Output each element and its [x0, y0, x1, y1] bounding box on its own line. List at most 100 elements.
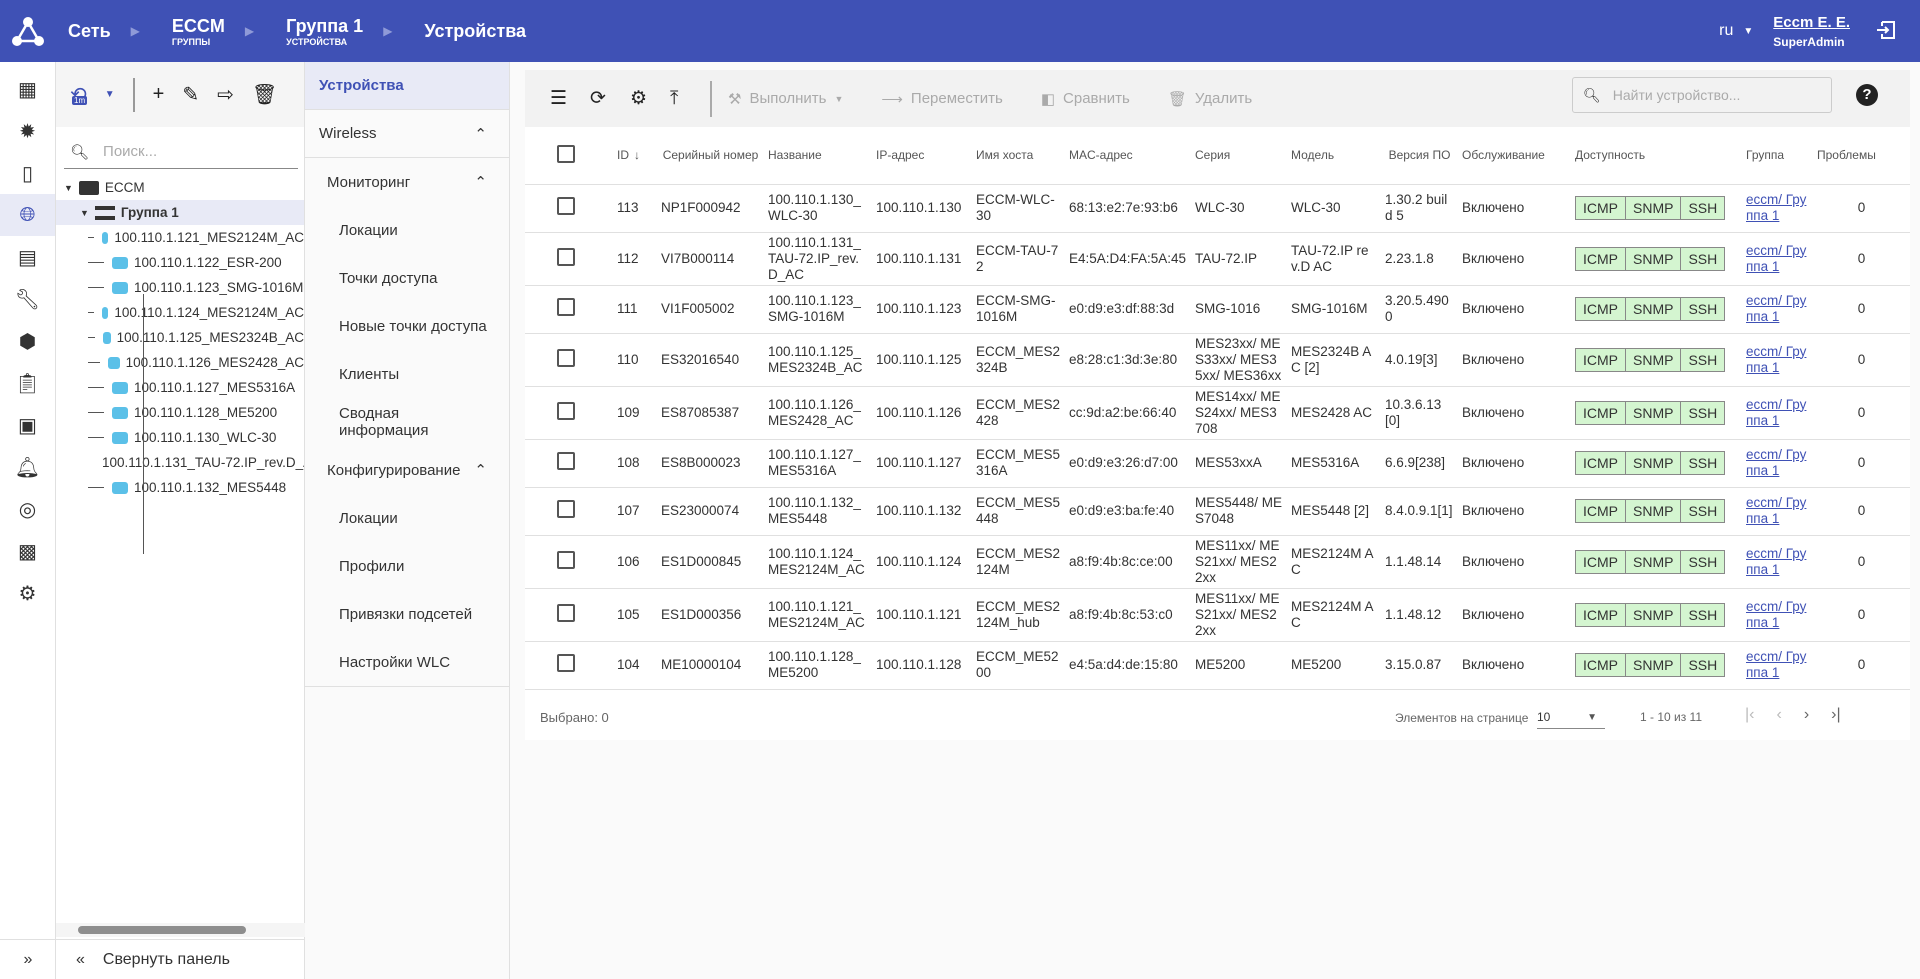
tree-node-device[interactable]: 100.110.1.130_WLC-30: [56, 425, 304, 450]
columns-settings-icon[interactable]: ☰: [550, 87, 590, 110]
group-link[interactable]: eccm/ Группа 1: [1746, 192, 1806, 223]
last-page-icon[interactable]: ›|: [1831, 706, 1840, 724]
bell-icon[interactable]: 🔔︎: [0, 446, 55, 488]
tree-node-device[interactable]: 100.110.1.122_ESR-200: [56, 250, 304, 275]
expand-rail-button[interactable]: »: [0, 939, 56, 979]
tree-node-device[interactable]: 100.110.1.132_MES5448: [56, 475, 304, 500]
dashboard-icon[interactable]: ▦: [0, 68, 55, 110]
tree-node-device[interactable]: 100.110.1.131_TAU-72.IP_rev.D_AC: [56, 450, 304, 475]
table-row[interactable]: 110 ES32016540 100.110.1.125_MES2324B_AC 10…: [525, 333, 1910, 387]
nav-group-config[interactable]: Конфигурирование ⌃: [305, 446, 509, 494]
language-select[interactable]: ru: [1719, 22, 1733, 40]
group-link[interactable]: eccm/ Группа 1: [1746, 293, 1806, 324]
nav-item-devices[interactable]: Устройства: [305, 62, 509, 110]
column-header[interactable]: IP-адрес: [872, 127, 972, 185]
clipboard-icon[interactable]: 📋︎: [0, 362, 55, 404]
tree-node-device[interactable]: 100.110.1.125_MES2324B_AC: [56, 325, 304, 350]
tree-node-device[interactable]: 100.110.1.121_MES2124M_AC: [56, 225, 304, 250]
nav-item[interactable]: Клиенты: [305, 350, 509, 398]
column-header[interactable]: Серия: [1191, 127, 1287, 185]
row-checkbox[interactable]: [525, 487, 613, 536]
breadcrumb-item[interactable]: Группа 1 устройства: [286, 16, 363, 47]
table-row[interactable]: 109 ES87085387 100.110.1.126_MES2428_AC 100…: [525, 386, 1910, 440]
group-link[interactable]: eccm/ Группа 1: [1746, 649, 1806, 680]
nav-item[interactable]: Настройки WLC: [305, 638, 509, 686]
logout-icon[interactable]: [1876, 20, 1896, 40]
tree-node-device[interactable]: 100.110.1.126_MES2428_AC: [56, 350, 304, 375]
admin-gear-icon[interactable]: ⬢: [0, 320, 55, 362]
user-name[interactable]: Eccm E. E.: [1773, 14, 1850, 31]
row-checkbox[interactable]: [525, 641, 613, 690]
table-row[interactable]: 113 NP1F000942 100.110.1.130_WLC-30 100.110…: [525, 184, 1910, 233]
nav-item[interactable]: Локации: [305, 494, 509, 542]
nav-item[interactable]: Локации: [305, 206, 509, 254]
next-page-icon[interactable]: ›: [1804, 706, 1809, 724]
column-header[interactable]: Проблемы: [1813, 127, 1910, 185]
column-header[interactable]: Группа: [1742, 127, 1813, 185]
map-icon[interactable]: ▯: [0, 152, 55, 194]
tree-node-device[interactable]: 100.110.1.123_SMG-1016M: [56, 275, 304, 300]
table-row[interactable]: 112 VI7B000114 100.110.1.131_TAU-72.IP_rev…: [525, 232, 1910, 286]
row-checkbox[interactable]: [525, 232, 613, 286]
nav-item[interactable]: Точки доступа: [305, 254, 509, 302]
log-icon[interactable]: ▩: [0, 530, 55, 572]
row-checkbox[interactable]: [525, 386, 613, 440]
tree-node-device[interactable]: 100.110.1.127_MES5316A: [56, 375, 304, 400]
alarm-icon[interactable]: ✹: [0, 110, 55, 152]
column-header[interactable]: MAC-адрес: [1065, 127, 1191, 185]
chevron-down-icon[interactable]: ▼: [1743, 26, 1753, 37]
delete-icon[interactable]: 🗑︎: [252, 82, 277, 107]
table-row[interactable]: 106 ES1D000845 100.110.1.124_MES2124M_AC 10…: [525, 535, 1910, 589]
gear-icon[interactable]: ⚙: [630, 87, 670, 110]
settings-icon[interactable]: ⚙: [0, 572, 55, 614]
column-header[interactable]: ID ↓: [613, 127, 657, 185]
breadcrumb-item[interactable]: ECCM группы: [172, 16, 225, 47]
nav-item[interactable]: Сводная информация: [305, 398, 509, 446]
table-row[interactable]: 108 ES8B000023 100.110.1.127_MES5316A 100.1…: [525, 439, 1910, 488]
column-header[interactable]: Модель: [1287, 127, 1381, 185]
sort-arrow-down-icon[interactable]: ↓: [634, 148, 640, 162]
column-header[interactable]: Серийный номер: [657, 127, 764, 185]
row-checkbox[interactable]: [525, 535, 613, 589]
add-icon[interactable]: +: [153, 83, 165, 106]
group-link[interactable]: eccm/ Группа 1: [1746, 599, 1806, 630]
move-button[interactable]: ⟶ Переместить: [881, 90, 1002, 108]
help-icon[interactable]: ?: [1856, 84, 1878, 106]
table-row[interactable]: 107 ES23000074 100.110.1.132_MES5448 100.11…: [525, 487, 1910, 536]
group-link[interactable]: eccm/ Группа 1: [1746, 243, 1806, 274]
tree-node-device[interactable]: 100.110.1.128_ME5200: [56, 400, 304, 425]
nav-item[interactable]: Привязки подсетей: [305, 590, 509, 638]
execute-button[interactable]: ⚒ Выполнить ▼: [728, 90, 843, 108]
delete-button[interactable]: 🗑︎ Удалить: [1168, 90, 1252, 108]
first-page-icon[interactable]: |‹: [1745, 706, 1754, 724]
tree-node-group[interactable]: ▼ Группа 1: [56, 200, 304, 225]
tree-node-device[interactable]: 100.110.1.124_MES2124M_AC: [56, 300, 304, 325]
tree-node-root[interactable]: ▼ ECCM: [56, 175, 304, 200]
row-checkbox[interactable]: [525, 439, 613, 488]
horizontal-scrollbar[interactable]: [56, 923, 305, 937]
row-checkbox[interactable]: [525, 285, 613, 334]
edit-icon[interactable]: ✎: [182, 82, 199, 107]
group-link[interactable]: eccm/ Группа 1: [1746, 546, 1806, 577]
user-menu[interactable]: Eccm E. E. SuperAdmin: [1773, 14, 1850, 49]
table-row[interactable]: 104 ME10000104 100.110.1.128_ME5200 100.110…: [525, 641, 1910, 690]
group-link[interactable]: eccm/ Группа 1: [1746, 344, 1806, 375]
column-header[interactable]: Обслуживание: [1458, 127, 1571, 185]
nav-item[interactable]: Новые точки доступа: [305, 302, 509, 350]
column-header[interactable]: Название: [764, 127, 872, 185]
refresh-icon[interactable]: ⟳: [590, 87, 630, 110]
calendar-icon[interactable]: ▣: [0, 404, 55, 446]
row-checkbox[interactable]: [525, 588, 613, 642]
nav-group-monitoring[interactable]: Мониторинг ⌃: [305, 158, 509, 206]
column-header[interactable]: Версия ПО: [1381, 127, 1458, 185]
collapse-panel-button[interactable]: « Свернуть панель: [56, 939, 305, 979]
breadcrumb-item[interactable]: Устройства: [424, 21, 526, 42]
group-link[interactable]: eccm/ Группа 1: [1746, 447, 1806, 478]
device-search-input[interactable]: Найти устройство...: [1613, 87, 1741, 103]
column-header[interactable]: Доступность: [1571, 127, 1742, 185]
breadcrumb-item[interactable]: Сеть: [68, 21, 111, 42]
auto-refresh-icon[interactable]: ⟲ 1m: [70, 82, 88, 107]
row-checkbox[interactable]: [525, 333, 613, 387]
nav-group-wireless[interactable]: Wireless ⌃: [305, 110, 509, 158]
device-search[interactable]: 🔍︎ Найти устройство...: [1572, 77, 1832, 113]
